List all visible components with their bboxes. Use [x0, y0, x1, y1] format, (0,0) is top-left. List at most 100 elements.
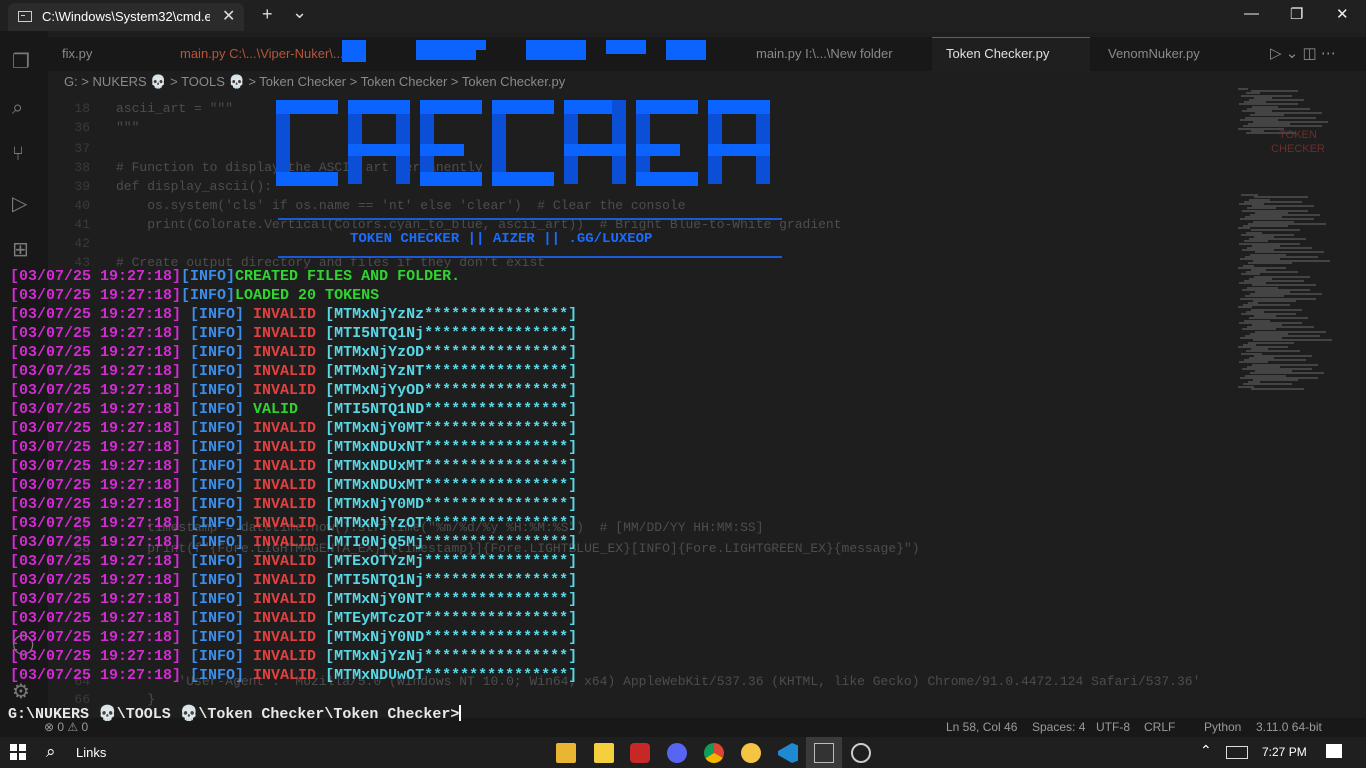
log-line: [03/07/25 19:27:18][INFO]LOADED 20 TOKEN… [10, 286, 379, 305]
banner-rule-bottom [278, 256, 782, 258]
terminal-taskbar-icon[interactable] [814, 743, 834, 763]
log-line: [03/07/25 19:27:18] [INFO] INVALID [MTMx… [10, 647, 577, 666]
log-status: INVALID [244, 610, 317, 627]
tab-venom-nuker[interactable]: VenomNuker.py [1108, 46, 1200, 61]
log-timestamp: [03/07/25 19:27:18] [10, 667, 182, 684]
notification-icon[interactable] [1326, 744, 1342, 758]
log-timestamp: [03/07/25 19:27:18] [10, 629, 182, 646]
taskbar-clock[interactable]: 7:27 PM [1262, 745, 1307, 759]
keyboard-icon[interactable] [1226, 746, 1248, 759]
code-line: 38 # Function to display the ASCII art pe… [0, 160, 482, 175]
encoding[interactable]: UTF-8 [1096, 720, 1130, 734]
run-icon[interactable]: ▷ ⌄ ◫ ⋯ [1270, 44, 1336, 62]
log-status: INVALID [244, 534, 317, 551]
log-info-tag: [INFO] [181, 534, 245, 551]
cursor-position[interactable]: Ln 58, Col 46 [946, 720, 1017, 734]
ascii-block [636, 144, 680, 156]
log-line: [03/07/25 19:27:18] [INFO] INVALID [MTMx… [10, 514, 577, 533]
tab-dropdown-button[interactable]: ⌄ [292, 2, 307, 23]
line-number: 40 [74, 198, 90, 213]
indentation[interactable]: Spaces: 4 [1032, 720, 1085, 734]
clock-app-icon[interactable] [851, 743, 871, 763]
log-token: [MTI0NjQ5Mj****************] [316, 534, 578, 551]
log-timestamp: [03/07/25 19:27:18] [10, 477, 182, 494]
log-info-tag: [INFO] [181, 382, 245, 399]
log-info-tag: [INFO] [181, 344, 245, 361]
ascii-block [564, 144, 626, 156]
cmd-title-bar: C:\Windows\System32\cmd.ex ✕ + ⌄ — ❐ ✕ [0, 0, 1366, 31]
language-mode[interactable]: Python [1204, 720, 1241, 734]
game-app-icon[interactable] [630, 743, 650, 763]
log-timestamp: [03/07/25 19:27:18] [10, 287, 182, 304]
log-token: [MTI5NTQ1ND****************] [298, 401, 578, 418]
ascii-block [492, 100, 554, 114]
notepad-icon[interactable] [594, 743, 614, 763]
log-info-tag: [INFO] [181, 439, 245, 456]
log-token: [MTMxNjYzNj****************] [316, 648, 578, 665]
log-token: [MTMxNjYzOT****************] [316, 515, 578, 532]
windows-start-icon[interactable] [10, 744, 26, 760]
ascii-block [276, 100, 338, 114]
chrome-icon[interactable] [704, 743, 724, 763]
log-token: [MTMxNjYzOD****************] [316, 344, 578, 361]
tab-fix-py[interactable]: fix.py [62, 46, 92, 61]
log-status: INVALID [244, 382, 317, 399]
discord-icon[interactable] [667, 743, 687, 763]
close-window-button[interactable]: ✕ [1336, 5, 1349, 23]
minimize-button[interactable]: — [1244, 5, 1259, 22]
log-info-tag: [INFO] [181, 591, 245, 608]
line-ending[interactable]: CRLF [1144, 720, 1175, 734]
log-status: INVALID [244, 515, 317, 532]
log-timestamp: [03/07/25 19:27:18] [10, 439, 182, 456]
log-status: INVALID [244, 477, 317, 494]
log-line: [03/07/25 19:27:18] [INFO] INVALID [MTMx… [10, 628, 577, 647]
minimap-line [1248, 262, 1292, 265]
log-info-tag: [INFO] [181, 553, 245, 570]
log-token: [MTMxNjY0MD****************] [316, 496, 578, 513]
restore-button[interactable]: ❐ [1290, 5, 1303, 23]
log-info-tag: [INFO] [181, 420, 245, 437]
log-info-tag: [INFO] [181, 667, 245, 684]
log-timestamp: [03/07/25 19:27:18] [10, 610, 182, 627]
text-cursor [459, 705, 462, 721]
command-prompt[interactable]: G:\NUKERS 💀\TOOLS 💀\Token Checker\Token … [8, 704, 462, 723]
line-number: 39 [74, 179, 90, 194]
code-line: 18 ascii_art = """ [0, 101, 233, 116]
file-explorer-icon[interactable] [556, 743, 576, 763]
log-info-tag: [INFO] [181, 648, 245, 665]
log-line: [03/07/25 19:27:18] [INFO] INVALID [MTEy… [10, 609, 577, 628]
log-line: [03/07/25 19:27:18][INFO]CREATED FILES A… [10, 267, 460, 286]
log-line: [03/07/25 19:27:18] [INFO] INVALID [MTMx… [10, 381, 577, 400]
cmd-tab[interactable]: C:\Windows\System32\cmd.ex ✕ [8, 3, 244, 31]
log-status: CREATED FILES AND FOLDER. [235, 268, 461, 285]
log-status: INVALID [244, 629, 317, 646]
log-status: LOADED 20 TOKENS [235, 287, 380, 304]
new-tab-button[interactable]: + [262, 4, 273, 25]
explorer-icon[interactable]: ❐ [12, 49, 36, 73]
log-status: INVALID [244, 306, 317, 323]
log-timestamp: [03/07/25 19:27:18] [10, 325, 182, 342]
emoji-app-icon[interactable] [741, 743, 761, 763]
log-timestamp: [03/07/25 19:27:18] [10, 401, 182, 418]
ascii-block [456, 40, 486, 50]
line-number: 38 [74, 160, 90, 175]
log-timestamp: [03/07/25 19:27:18] [10, 306, 182, 323]
ascii-block [348, 144, 410, 156]
python-interpreter[interactable]: 3.11.0 64-bit [1256, 720, 1322, 734]
tab-token-checker[interactable]: Token Checker.py [946, 46, 1049, 61]
ascii-block [708, 144, 770, 156]
taskbar-search-label[interactable]: Links [76, 745, 106, 760]
search-icon[interactable]: ⌕ [46, 742, 56, 762]
banner-subtitle: TOKEN CHECKER || AIZER || .GG/LUXEOP [350, 231, 653, 247]
code-line: 42 [0, 236, 90, 251]
log-timestamp: [03/07/25 19:27:18] [10, 344, 182, 361]
log-token: [MTMxNjY0MT****************] [316, 420, 578, 437]
log-line: [03/07/25 19:27:18] [INFO] INVALID [MTEx… [10, 552, 577, 571]
close-tab-icon[interactable]: ✕ [222, 6, 235, 26]
terminal-icon [18, 11, 32, 22]
minimap-line [1251, 387, 1304, 390]
ascii-block [606, 40, 646, 54]
code-text: ascii_art = """ [116, 101, 234, 116]
log-line: [03/07/25 19:27:18] [INFO] INVALID [MTMx… [10, 457, 577, 476]
chevron-up-icon[interactable]: ⌃ [1200, 743, 1212, 759]
